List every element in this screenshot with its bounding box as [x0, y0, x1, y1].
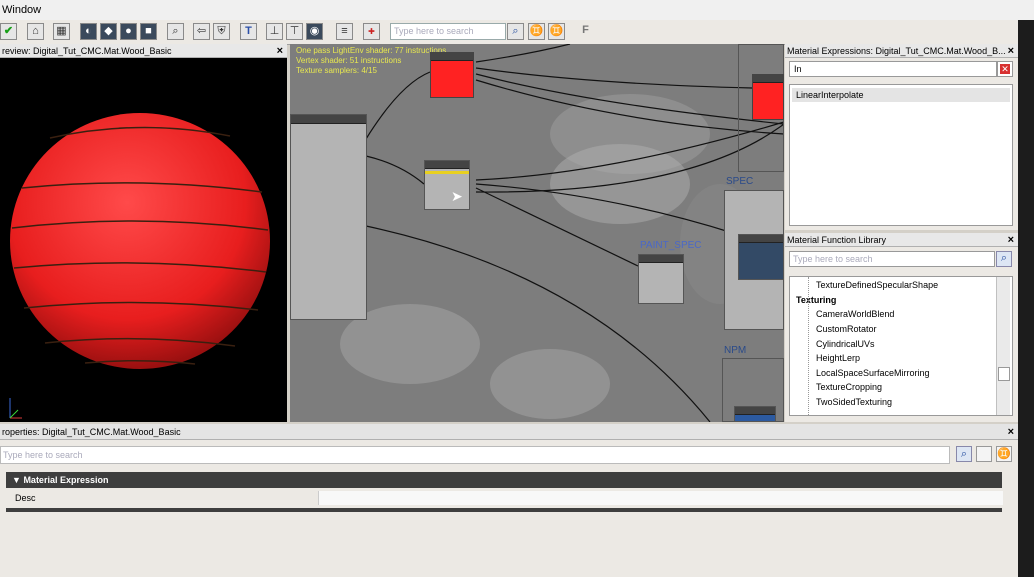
tree-guide-line: [808, 277, 810, 415]
red-output-node[interactable]: [752, 74, 784, 120]
shield-icon[interactable]: ⛨: [213, 23, 230, 40]
preview-header: review: Digital_Tut_CMC.Mat.Wood_Basic ×: [0, 44, 287, 58]
material-sphere: [10, 113, 270, 369]
material-expression-section[interactable]: ▼ Material Expression: [6, 472, 1002, 488]
spec-label: SPEC: [726, 176, 754, 187]
toggle-view-icon[interactable]: ◉: [306, 23, 323, 40]
tree-item[interactable]: CustomRotator: [816, 324, 877, 334]
close-icon[interactable]: ×: [277, 44, 283, 57]
binoculars-icon[interactable]: ♊: [996, 446, 1012, 462]
desc-value-field[interactable]: [318, 491, 1003, 505]
clear-search-button[interactable]: ✕: [997, 61, 1013, 77]
tree-item[interactable]: CylindricalUVs: [816, 339, 875, 349]
scroll-thumb[interactable]: [998, 367, 1010, 381]
library-tree[interactable]: TextureDefinedSpecularShape Texturing Ca…: [789, 276, 1013, 416]
expressions-title: Material Expressions: Digital_Tut_CMC.Ma…: [787, 46, 1006, 56]
function-icon[interactable]: F: [577, 23, 594, 40]
stat-line: Texture samplers: 4/15: [296, 66, 377, 75]
close-icon[interactable]: ×: [1008, 44, 1014, 57]
tree-item[interactable]: LocalSpaceSurfaceMirroring: [816, 368, 930, 378]
binoculars-clear-icon[interactable]: ♊: [548, 23, 565, 40]
zoom-icon[interactable]: ⌕: [167, 23, 184, 40]
clear-filter-icon[interactable]: [976, 446, 992, 462]
multiply-node[interactable]: [638, 254, 684, 304]
text-icon[interactable]: T: [240, 23, 257, 40]
cylinder-icon[interactable]: ◐: [80, 23, 97, 40]
binoculars-icon[interactable]: ♊: [528, 23, 545, 40]
function-library-panel: Material Function Library × Type here to…: [785, 233, 1018, 422]
stat-line: Vertex shader: 51 instructions: [296, 56, 402, 65]
preview-panel: review: Digital_Tut_CMC.Mat.Wood_Basic ×: [0, 44, 287, 422]
close-icon[interactable]: ×: [1008, 424, 1014, 439]
spec-texture-node[interactable]: [738, 234, 784, 280]
library-title: Material Function Library: [787, 235, 887, 245]
connector-icon[interactable]: ⊤: [286, 23, 303, 40]
expressions-result-list[interactable]: LinearInterpolate: [789, 84, 1013, 226]
hlsl-icon[interactable]: ✚: [363, 23, 380, 40]
toolbar-search-input[interactable]: Type here to search: [390, 23, 506, 40]
grid-icon[interactable]: ▦: [53, 23, 70, 40]
tree-item[interactable]: TextureCropping: [816, 382, 882, 392]
window-menu[interactable]: Window: [2, 4, 41, 16]
preview-title: review: Digital_Tut_CMC.Mat.Wood_Basic: [2, 46, 172, 56]
expressions-search-input[interactable]: In: [789, 61, 997, 77]
mouse-cursor-icon: ➤: [451, 188, 463, 204]
expressions-header: Material Expressions: Digital_Tut_CMC.Ma…: [785, 44, 1018, 58]
material-result-node[interactable]: [290, 114, 367, 320]
library-search-input[interactable]: Type here to search: [789, 251, 995, 267]
axis-gizmo-icon: [9, 398, 22, 419]
property-label: Desc: [15, 493, 36, 503]
window-edge: [1018, 20, 1034, 577]
tree-item[interactable]: TwoSidedTexturing: [816, 397, 892, 407]
tree-item[interactable]: TextureDefinedSpecularShape: [816, 280, 938, 290]
back-arrow-icon[interactable]: ⇦: [193, 23, 210, 40]
npm-texture-node[interactable]: [734, 406, 776, 422]
list-item[interactable]: LinearInterpolate: [792, 88, 1010, 102]
search-icon[interactable]: ⌕: [996, 251, 1012, 267]
npm-label: NPM: [724, 345, 747, 356]
library-scrollbar[interactable]: [996, 277, 1010, 415]
node-layout-icon[interactable]: ⊥: [266, 23, 283, 40]
tree-item[interactable]: CameraWorldBlend: [816, 309, 894, 319]
section-title: Material Expression: [23, 475, 109, 485]
library-header: Material Function Library ×: [785, 233, 1018, 247]
sphere-icon[interactable]: ●: [120, 23, 137, 40]
expand-arrow-icon[interactable]: ▼: [12, 475, 21, 485]
properties-title: roperties: Digital_Tut_CMC.Mat.Wood_Basi…: [2, 427, 181, 437]
properties-header: roperties: Digital_Tut_CMC.Mat.Wood_Basi…: [0, 424, 1018, 440]
search-icon[interactable]: ⌕: [956, 446, 972, 462]
shader-stats: One pass LightEnv shader: 77 instruction…: [296, 46, 446, 76]
toolbar: ✔ ⌂ ▦ ◐ ◆ ● ■ ⌕ ⇦ ⛨ T ⊥ ⊤ ◉ ≡ ✚ Type her…: [0, 20, 1034, 45]
properties-panel: roperties: Digital_Tut_CMC.Mat.Wood_Basi…: [0, 424, 1018, 577]
home-icon[interactable]: ⌂: [27, 23, 44, 40]
plane-icon[interactable]: ■: [140, 23, 157, 40]
comment-icon[interactable]: ≡: [336, 23, 353, 40]
lerp-node[interactable]: [424, 160, 470, 210]
preview-viewport[interactable]: [0, 58, 287, 422]
cube-icon[interactable]: ◆: [100, 23, 117, 40]
search-icon[interactable]: ⌕: [507, 23, 524, 40]
tree-item[interactable]: HeightLerp: [816, 353, 860, 363]
red-constant-node[interactable]: [430, 52, 474, 98]
window-title-bar: Window: [0, 0, 1034, 21]
paint-spec-label: PAINT_SPEC: [640, 240, 702, 251]
properties-search-input[interactable]: Type here to search: [0, 446, 950, 464]
material-graph-canvas[interactable]: One pass LightEnv shader: 77 instruction…: [290, 44, 784, 422]
stat-line: One pass LightEnv shader: 77 instruction…: [296, 46, 447, 55]
apply-check-icon[interactable]: ✔: [0, 23, 17, 40]
close-icon[interactable]: ×: [1008, 233, 1014, 246]
section-footer: [6, 508, 1002, 512]
material-expressions-panel: Material Expressions: Digital_Tut_CMC.Ma…: [785, 44, 1018, 230]
property-row: Desc: [6, 490, 1003, 506]
tree-category[interactable]: Texturing: [796, 295, 836, 305]
clear-icon: ✕: [1000, 64, 1010, 74]
